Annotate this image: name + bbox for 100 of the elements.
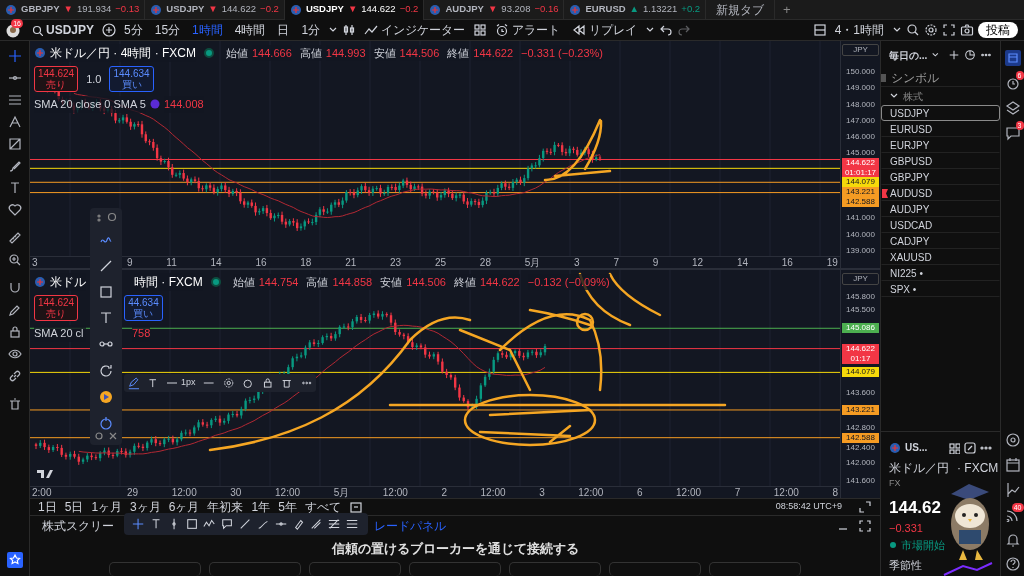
color-wheel-icon[interactable] — [98, 388, 114, 405]
panel-tab[interactable]: レードパネル — [370, 516, 450, 535]
sell-button[interactable]: 144.624 売り — [34, 295, 79, 321]
watchlist-item[interactable]: GBPJPY — [881, 169, 1000, 185]
target-icon[interactable] — [1004, 431, 1021, 448]
indicators-button[interactable]: インジケーター — [360, 21, 470, 39]
heart-icon[interactable] — [7, 203, 22, 217]
lock-icon[interactable] — [7, 325, 22, 339]
zoom-in-icon[interactable] — [7, 253, 22, 267]
link-icon[interactable] — [7, 369, 22, 383]
help-icon[interactable] — [1004, 556, 1021, 572]
layers-icon[interactable] — [1004, 100, 1021, 117]
fullscreen-icon[interactable] — [858, 500, 872, 514]
ruler-icon[interactable] — [7, 231, 22, 245]
alert-button[interactable]: アラート — [491, 21, 565, 39]
watchlist-item[interactable]: NI225 • — [881, 265, 1000, 281]
watchlist-item[interactable]: CADJPY — [881, 233, 1000, 249]
layout-icon[interactable] — [812, 23, 827, 37]
fork-icon[interactable] — [7, 115, 22, 129]
settings-icon[interactable] — [924, 23, 938, 37]
range-button[interactable]: 5日 — [64, 498, 84, 516]
replay-button[interactable]: リプレイ — [568, 21, 642, 39]
buy-button[interactable]: 44.634 買い — [124, 295, 163, 321]
pencil-lock-icon[interactable] — [7, 303, 22, 317]
text-icon[interactable] — [147, 376, 159, 390]
line-width-button[interactable]: 1px — [166, 374, 196, 392]
pattern-icon[interactable] — [7, 137, 22, 151]
interval-button[interactable]: 15分 — [150, 21, 185, 39]
lock-icon[interactable] — [261, 376, 274, 390]
interval-button[interactable]: 1時間 — [188, 21, 227, 39]
section-header[interactable]: 株式 — [903, 88, 923, 104]
browser-tab[interactable]: USDJPY ▼ 144.622 −0.2 — [145, 0, 285, 20]
browser-tab[interactable]: USDJPY ▼ 144.622 −0.2 — [284, 0, 425, 20]
delete-icon[interactable] — [108, 431, 118, 441]
interval-button[interactable]: 1分 — [297, 21, 325, 39]
browser-tab[interactable]: 新規タブ — [706, 0, 776, 20]
fullscreen-icon[interactable] — [942, 23, 956, 37]
range-button[interactable]: 6ヶ月 — [168, 498, 200, 516]
pen-icon[interactable] — [128, 375, 140, 391]
magnet-icon[interactable] — [7, 281, 22, 295]
pie-chart-icon[interactable] — [963, 48, 976, 62]
bell-icon[interactable] — [1004, 532, 1021, 548]
add-icon[interactable] — [947, 48, 960, 62]
eye-icon[interactable] — [7, 347, 22, 361]
buy-button[interactable]: 144.634 買い — [109, 66, 154, 92]
add-icon[interactable] — [102, 23, 117, 37]
symbol-search[interactable]: USDJPY — [28, 21, 99, 39]
watchlist-item[interactable]: EURUSD — [881, 121, 1000, 137]
range-button[interactable]: 年初来 — [207, 498, 244, 516]
watchlist-item[interactable]: XAUUSD — [881, 249, 1000, 265]
currency-label[interactable]: JPY — [842, 273, 879, 285]
browser-tab[interactable]: EURUSD ▲ 1.13221 +0.2 — [564, 0, 707, 20]
watchlist-title[interactable]: 毎日の... — [889, 47, 928, 63]
watchlist-item[interactable]: SPX • — [881, 281, 1000, 297]
edit-icon[interactable] — [964, 441, 976, 454]
new-tab-button[interactable]: + — [783, 0, 791, 20]
watchlist-item[interactable]: EURJPY — [881, 137, 1000, 153]
camera-icon[interactable] — [960, 23, 974, 37]
zoom-icon[interactable] — [906, 23, 920, 37]
settings-icon[interactable] — [222, 376, 235, 390]
currency-label[interactable]: JPY — [842, 44, 879, 56]
watchlist-item[interactable]: GBPUSD — [881, 153, 1000, 169]
interval-button[interactable]: 5分 — [120, 21, 147, 39]
rectangle-icon[interactable] — [185, 517, 200, 531]
layout-button[interactable]: 4・1時間 — [830, 21, 888, 39]
undo-icon[interactable] — [659, 23, 674, 37]
publish-button[interactable]: 投稿 — [978, 22, 1018, 38]
browser-tab[interactable]: AUDJPY ▼ 93.208 −0.16 — [424, 0, 565, 20]
pen-circle-icon[interactable] — [98, 414, 114, 431]
watchlist-item[interactable]: AUDJPY — [881, 201, 1000, 217]
watchlist-item[interactable]: AUDUSD — [881, 185, 1000, 201]
watchlist-item[interactable]: USDCAD — [881, 217, 1000, 233]
calendar-icon[interactable] — [1004, 456, 1021, 473]
candles-icon[interactable] — [342, 23, 357, 37]
range-button[interactable]: 1日 — [38, 498, 57, 516]
range-button[interactable]: 1年 — [251, 498, 271, 516]
grid-icon[interactable] — [948, 441, 960, 454]
column-header[interactable]: シンボル — [891, 68, 939, 87]
brush-icon[interactable] — [7, 159, 22, 173]
chart-line-icon[interactable] — [1004, 481, 1021, 498]
range-button[interactable]: すべて — [304, 498, 341, 516]
chat-icon[interactable] — [1004, 125, 1021, 142]
sell-button[interactable]: 144.624 売り — [34, 66, 79, 92]
interval-button[interactable]: 4時間 — [230, 21, 270, 39]
lines-icon[interactable] — [346, 517, 360, 531]
refresh-icon[interactable] — [98, 362, 114, 379]
interval-button[interactable]: 日 — [273, 21, 294, 39]
range-button[interactable]: 3ヶ月 — [130, 498, 161, 516]
grid-icon[interactable] — [473, 23, 488, 37]
panel-tab[interactable]: 株式スクリー — [38, 516, 118, 535]
browser-tab[interactable]: GBPJPY ▼ 191.934 −0.13 — [0, 0, 146, 20]
star-icon[interactable] — [6, 552, 23, 568]
date-range-icon[interactable] — [348, 500, 363, 514]
maximize-icon[interactable] — [858, 518, 872, 533]
watchlist-icon[interactable] — [1004, 50, 1021, 67]
rectangle-icon[interactable] — [98, 284, 114, 301]
range-button[interactable]: 5年 — [278, 498, 297, 516]
caret-icon[interactable] — [931, 50, 940, 60]
trash-icon[interactable] — [7, 397, 22, 411]
drag-handle-icon[interactable] — [95, 212, 103, 222]
